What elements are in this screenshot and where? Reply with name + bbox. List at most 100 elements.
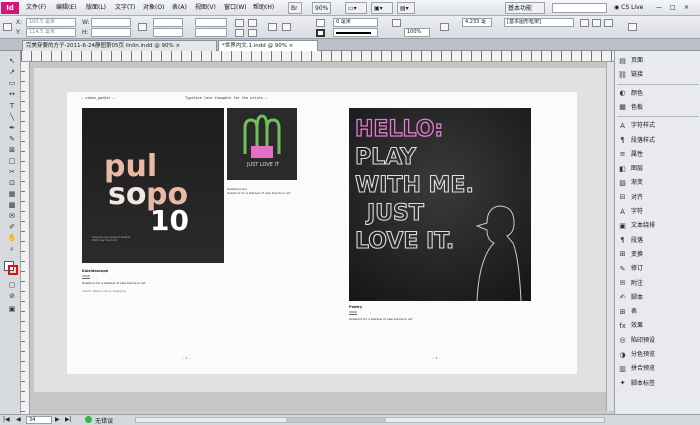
artwork-hello-play[interactable]: HELLO: PLAY WITH ME. JUST LOVE IT. [349,108,531,302]
panel-item[interactable]: ◐ 颜色 [618,87,698,101]
scale-x-field[interactable] [153,18,183,27]
horizontal-scroll-thumb[interactable] [286,418,386,422]
stroke-swatch-icon[interactable] [316,29,325,37]
tab-document-1[interactable]: 完美穿要的方子-2011-6-24静图第05页 linlin.indd @ 90… [22,40,217,51]
menu-file[interactable]: 文件(F) [26,2,46,14]
panel-item[interactable]: ✎ 修订 [618,262,698,276]
panel-item[interactable]: ✍ 脚本 [618,291,698,305]
menu-window[interactable]: 窗口(W) [224,2,247,14]
panel-item[interactable]: ◧ 图层 [618,162,698,176]
y-position-field[interactable]: 114.5 毫米 [26,28,76,37]
panel-item[interactable]: ✦ 脚本标签 [618,377,698,391]
panel-item[interactable]: ▨ 渐变 [618,176,698,190]
left-page[interactable]: — video_gather — Typeface love thoughts … [67,92,322,374]
height-field[interactable] [91,28,131,37]
panel-item[interactable]: ▦ 色板 [618,101,698,115]
control-panel-menu-icon[interactable] [628,23,637,31]
line-tool-icon[interactable]: ╲ [7,113,17,121]
prev-page-button[interactable]: ◀ [16,416,21,423]
panel-item[interactable]: ▣ 文本绕排 [618,219,698,233]
x-position-field[interactable]: 100.5 毫米 [26,18,76,27]
panel-item[interactable]: ⊞ 表 [618,305,698,319]
eyedropper-tool-icon[interactable]: ✐ [7,223,17,231]
corner-size-field[interactable]: 4.233 毫 [462,18,492,27]
menu-help[interactable]: 帮助(H) [253,2,274,14]
gradient-feather-tool-icon[interactable]: ▩ [7,201,17,209]
menu-table[interactable]: 表(A) [172,2,187,14]
hand-tool-icon[interactable]: ✋ [7,234,17,242]
panel-item[interactable]: ¶ 段落样式 [618,134,698,148]
free-transform-tool-icon[interactable]: ⊡ [7,179,17,187]
shear-field[interactable] [195,28,227,37]
type-tool-icon[interactable]: T [7,102,17,110]
page-tool-icon[interactable]: ▭ [7,79,17,87]
minimize-button[interactable]: — [656,2,662,14]
pencil-tool-icon[interactable]: ✎ [7,135,17,143]
next-page-button[interactable]: ▶ [55,416,60,423]
opacity-field[interactable]: 100% [404,28,430,37]
object-style-select[interactable]: [基本图形框架] [504,18,574,27]
page-number-field[interactable]: 34 [26,416,52,424]
maximize-button[interactable]: □ [670,2,676,14]
panel-item[interactable]: ⊟ 对齐 [618,191,698,205]
close-window-button[interactable]: × [684,2,689,14]
menu-view[interactable]: 视图(V) [195,2,216,14]
flip-vertical-icon[interactable] [248,29,257,37]
select-content-icon[interactable] [282,23,291,31]
fill-swatch-icon[interactable] [316,19,325,27]
stroke-color-icon[interactable] [8,265,18,275]
menu-edit[interactable]: 编辑(E) [56,2,76,14]
selection-tool-icon[interactable]: ↖ [7,57,17,65]
zoom-tool-icon[interactable]: ⌕ [7,245,17,253]
rectangle-tool-icon[interactable]: □ [7,157,17,165]
panel-item[interactable]: ◎ 陷印预设 [618,334,698,348]
panel-item[interactable]: ▤ 页面 [618,54,698,68]
panel-item[interactable]: fx 效果 [618,319,698,333]
object-style-icon[interactable] [580,19,589,27]
panel-item[interactable]: ≡ 属性 [618,148,698,162]
pasteboard[interactable]: — video_gather — Typeface love thoughts … [34,68,610,392]
gap-tool-icon[interactable]: ↔ [7,90,17,98]
drop-shadow-icon[interactable] [440,23,449,31]
clear-overrides-icon[interactable] [592,19,601,27]
cs-live-button[interactable]: ◉ CS Live [614,2,643,14]
horizontal-scrollbar[interactable] [135,417,605,423]
menu-layout[interactable]: 版面(L) [86,2,106,14]
rotation-field[interactable] [195,18,227,27]
scissors-tool-icon[interactable]: ✂ [7,168,17,176]
panel-item[interactable]: ¶ 段落 [618,234,698,248]
flip-horizontal-icon[interactable] [235,29,244,37]
pen-tool-icon[interactable]: ✒ [7,124,17,132]
tab-close-icon[interactable]: × [289,43,294,49]
artwork-just-love-it-small[interactable]: JUST LOVE IT [227,108,297,180]
screen-mode-icon[interactable]: ▣ [7,305,17,313]
view-options-button[interactable]: ▭▾ [345,2,367,14]
search-input[interactable] [552,3,607,13]
panel-item[interactable]: ◑ 分色预览 [618,348,698,362]
select-container-icon[interactable] [268,23,277,31]
panel-item[interactable]: ⊞ 变换 [618,248,698,262]
panel-item[interactable]: A 字符样式 [618,119,698,133]
bridge-button[interactable]: Br [288,2,302,14]
direct-selection-tool-icon[interactable]: ↗ [7,68,17,76]
screen-mode-button[interactable]: ▣▾ [371,2,393,14]
panel-item[interactable]: A 字符 [618,205,698,219]
right-page[interactable]: HELLO: PLAY WITH ME. JUST LOVE IT. Poetr… [322,92,577,374]
constrain-proportions-icon[interactable] [138,23,147,31]
note-tool-icon[interactable]: ✉ [7,212,17,220]
panel-item[interactable]: ✉ 附注 [618,277,698,291]
rotate-cw-icon[interactable] [235,19,244,27]
scale-y-field[interactable] [153,28,183,37]
document-canvas[interactable]: — video_gather — Typeface love thoughts … [30,62,614,411]
width-field[interactable] [91,18,131,27]
opacity-icon[interactable] [392,19,401,27]
last-page-button[interactable]: ▶| [65,416,72,423]
artwork-paul-sopo[interactable]: pul so po 10 Kaleidoscope Graphics festi… [82,108,224,263]
rotate-ccw-icon[interactable] [248,19,257,27]
workspace-switcher[interactable]: 基本功能 [505,2,545,14]
stroke-weight-field[interactable]: 0 毫米 [333,18,378,27]
tab-document-2[interactable]: *世界内文.1.indd @ 90% × [218,40,318,51]
arrange-docs-button[interactable]: ▤▾ [397,2,415,14]
horizontal-ruler[interactable] [21,51,614,62]
panel-item[interactable]: ⛓ 链接 [618,68,698,82]
